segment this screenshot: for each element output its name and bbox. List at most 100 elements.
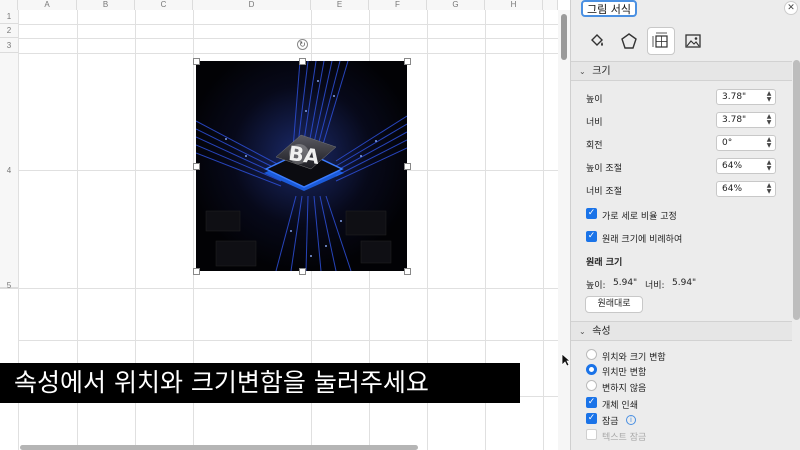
resize-handle-e[interactable] xyxy=(404,163,411,170)
column-header-a[interactable]: A xyxy=(18,0,77,10)
stepper-arrows-icon[interactable]: ▲ ▼ xyxy=(765,160,773,172)
move-size-radio[interactable] xyxy=(586,349,597,360)
resize-handle-s[interactable] xyxy=(299,268,306,275)
vertical-scrollbar[interactable] xyxy=(558,10,570,450)
resize-handle-se[interactable] xyxy=(404,268,411,275)
size-section-header[interactable]: ⌄ 크기 xyxy=(571,61,792,81)
resize-handle-n[interactable] xyxy=(299,58,306,65)
chip-label: BA xyxy=(287,141,321,169)
print-object-label: 개체 인쇄 xyxy=(602,401,638,411)
mouse-cursor-icon xyxy=(561,353,570,367)
lock-aspect-checkbox[interactable]: ✓ xyxy=(586,208,597,219)
height-value: 3.78" xyxy=(722,92,747,102)
original-height-label: 높이: xyxy=(586,281,606,291)
scale-width-label: 너비 조절 xyxy=(586,187,622,197)
column-header-extra[interactable] xyxy=(543,0,558,10)
spreadsheet-grid[interactable]: A B C D E F G H 1 2 3 4 5 BA ↻ 속성에서 위치와 … xyxy=(0,0,570,450)
move-only-radio[interactable] xyxy=(586,364,597,375)
original-height-value: 5.94" xyxy=(613,278,638,288)
scale-height-value: 64% xyxy=(722,161,743,171)
chevron-down-icon: ⌄ xyxy=(579,67,586,76)
scale-width-value: 64% xyxy=(722,184,743,194)
pentagon-icon xyxy=(621,33,637,49)
properties-section-title: 속성 xyxy=(592,326,611,337)
grid-line xyxy=(18,38,570,39)
pane-scrollbar[interactable] xyxy=(793,60,800,320)
lock-aspect-label: 가로 세로 비율 고정 xyxy=(602,212,677,222)
rotate-handle[interactable]: ↻ xyxy=(297,39,308,50)
resize-handle-ne[interactable] xyxy=(404,58,411,65)
width-label: 너비 xyxy=(586,118,603,128)
row-header-1[interactable]: 1 xyxy=(0,10,18,24)
resize-handle-sw[interactable] xyxy=(193,268,200,275)
grid-line xyxy=(543,10,544,450)
grid-line xyxy=(18,53,570,54)
column-header-f[interactable]: F xyxy=(369,0,427,10)
grid-line xyxy=(18,340,570,341)
rotation-value: 0° xyxy=(722,138,733,148)
stepper-arrows-icon[interactable]: ▲ ▼ xyxy=(765,91,773,103)
height-label: 높이 xyxy=(586,95,603,105)
row-header-3[interactable]: 3 xyxy=(0,38,18,53)
size-section-title: 크기 xyxy=(592,66,611,77)
locked-label: 잠금 xyxy=(602,417,619,427)
tab-effects[interactable] xyxy=(615,27,643,55)
row-header-2[interactable]: 2 xyxy=(0,24,18,38)
no-move-radio[interactable] xyxy=(586,380,597,391)
resize-handle-w[interactable] xyxy=(193,163,200,170)
vertical-scroll-thumb[interactable] xyxy=(561,14,567,60)
pane-title: 그림 서식 xyxy=(581,0,637,17)
stepper-arrows-icon[interactable]: ▲ ▼ xyxy=(765,114,773,126)
rotation-input[interactable]: 0° ▲ ▼ xyxy=(716,135,776,151)
stepper-arrows-icon[interactable]: ▲ ▼ xyxy=(765,137,773,149)
format-picture-pane: 그림 서식 ✕ ⌄ 크기 높이 3.78" ▲ ▼ 너비 3.78" ▲ ▼ 회… xyxy=(570,0,800,450)
relative-original-checkbox[interactable]: ✓ xyxy=(586,231,597,242)
column-header-b[interactable]: B xyxy=(77,0,135,10)
resize-handle-nw[interactable] xyxy=(193,58,200,65)
lock-text-checkbox[interactable] xyxy=(586,429,597,440)
tutorial-caption: 속성에서 위치와 크기변함을 눌러주세요 xyxy=(0,363,520,403)
column-header-c[interactable]: C xyxy=(135,0,193,10)
original-size-heading: 원래 크기 xyxy=(586,258,623,268)
column-header-d[interactable]: D xyxy=(193,0,311,10)
circuit-chip-image: BA xyxy=(196,61,407,271)
tab-size-properties[interactable] xyxy=(647,27,675,55)
close-icon[interactable]: ✕ xyxy=(784,1,798,15)
size-properties-icon xyxy=(652,32,668,48)
scale-width-input[interactable]: 64% ▲ ▼ xyxy=(716,181,776,197)
properties-section-header[interactable]: ⌄ 속성 xyxy=(571,321,792,341)
no-move-label: 변하지 않음 xyxy=(602,384,647,394)
original-width-label: 너비: xyxy=(645,281,665,291)
grid-line xyxy=(18,288,570,289)
image-icon xyxy=(685,34,701,48)
reset-size-button[interactable]: 원래대로 xyxy=(585,296,643,313)
tab-fill-line[interactable] xyxy=(583,27,611,55)
selected-picture[interactable]: BA xyxy=(196,61,407,271)
chevron-down-icon: ⌄ xyxy=(579,327,586,336)
rotation-label: 회전 xyxy=(586,141,603,151)
column-header-h[interactable]: H xyxy=(485,0,543,10)
relative-original-label: 원래 크기에 비례하여 xyxy=(602,235,683,245)
move-only-label: 위치만 변함 xyxy=(602,368,647,378)
width-value: 3.78" xyxy=(722,115,747,125)
height-input[interactable]: 3.78" ▲ ▼ xyxy=(716,89,776,105)
row-header-5[interactable]: 5 xyxy=(0,230,18,340)
lock-text-label: 텍스트 잠금 xyxy=(602,433,647,443)
move-size-label: 위치와 크기 변함 xyxy=(602,353,666,363)
print-object-checkbox[interactable]: ✓ xyxy=(586,397,597,408)
corner-cell[interactable] xyxy=(0,0,18,10)
horizontal-scroll-thumb[interactable] xyxy=(20,445,418,450)
column-header-g[interactable]: G xyxy=(427,0,485,10)
stepper-arrows-icon[interactable]: ▲ ▼ xyxy=(765,183,773,195)
locked-checkbox[interactable]: ✓ xyxy=(586,413,597,424)
original-width-value: 5.94" xyxy=(672,278,697,288)
tab-picture[interactable] xyxy=(679,27,707,55)
info-icon[interactable]: i xyxy=(626,415,636,425)
screen: A B C D E F G H 1 2 3 4 5 BA ↻ 속성에서 위치와 … xyxy=(0,0,800,450)
column-header-e[interactable]: E xyxy=(311,0,369,10)
grid-line xyxy=(18,24,570,25)
scale-height-label: 높이 조절 xyxy=(586,164,622,174)
paint-bucket-icon xyxy=(591,34,603,46)
width-input[interactable]: 3.78" ▲ ▼ xyxy=(716,112,776,128)
scale-height-input[interactable]: 64% ▲ ▼ xyxy=(716,158,776,174)
